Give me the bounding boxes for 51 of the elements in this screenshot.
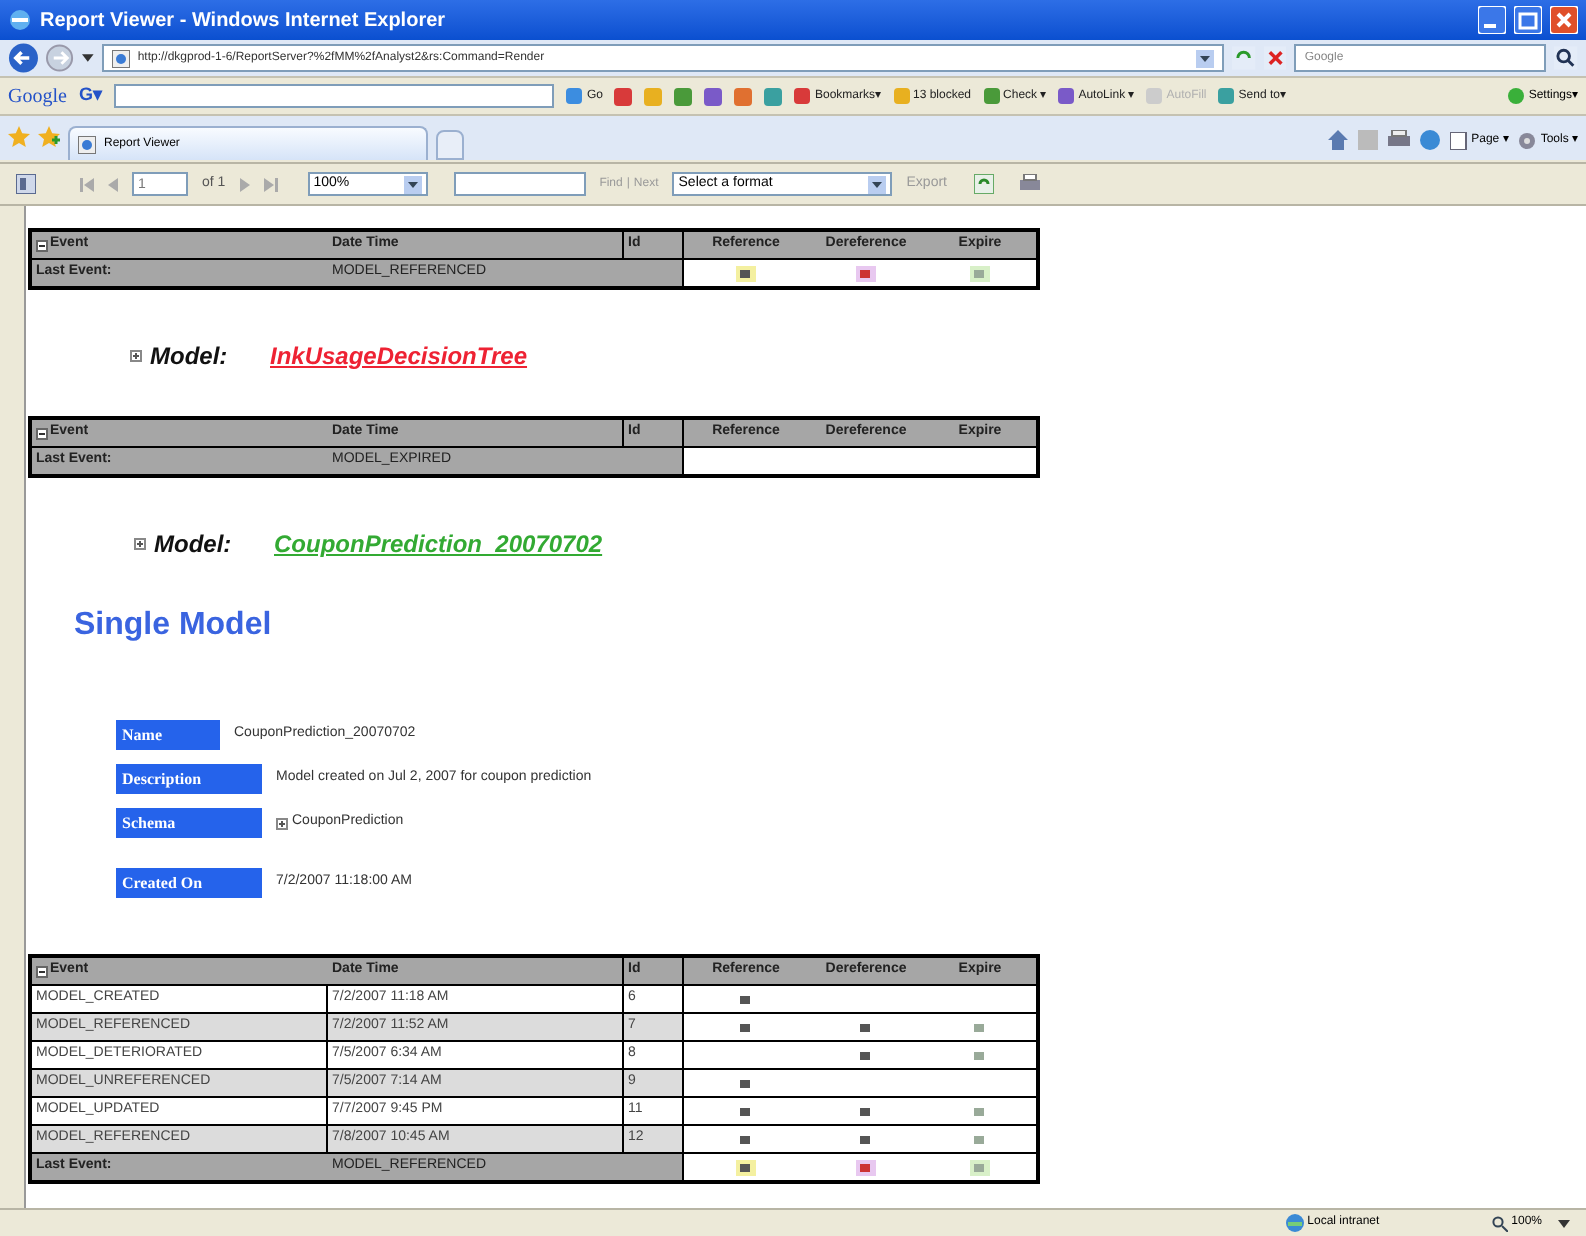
collapse-icon[interactable] (36, 427, 48, 439)
collapse-icon[interactable] (36, 965, 48, 977)
model-name-link[interactable]: InkUsageDecisionTree (270, 338, 528, 374)
back-icon[interactable] (8, 42, 39, 74)
search-icon[interactable] (1554, 46, 1578, 70)
favorites-star-icon[interactable] (8, 126, 30, 148)
caret-icon[interactable] (82, 52, 94, 64)
google-logo: Google (8, 83, 67, 111)
minimize-icon[interactable] (1478, 6, 1506, 34)
document-map-icon[interactable] (16, 174, 36, 194)
close-icon[interactable] (1550, 6, 1578, 34)
toolbar-icon (983, 88, 1000, 104)
model-label: Model: (150, 340, 230, 374)
section-title: Single Model (74, 606, 274, 646)
expand-icon[interactable] (130, 350, 142, 362)
google-search-field[interactable] (114, 84, 555, 108)
field-label: Created On (116, 868, 262, 898)
field-label: Schema (116, 808, 262, 838)
collapse-icon[interactable] (36, 239, 48, 251)
page-icon (1449, 131, 1468, 149)
refresh-icon[interactable] (973, 174, 993, 194)
expand-icon[interactable] (134, 538, 146, 550)
stop-icon[interactable] (1263, 46, 1287, 70)
print-icon[interactable] (1019, 174, 1039, 194)
globe-icon[interactable] (1419, 130, 1440, 150)
dropdown-icon (403, 175, 422, 193)
globe-icon (1285, 1214, 1304, 1232)
restore-icon[interactable] (1514, 6, 1542, 34)
page-icon (78, 135, 96, 153)
field-label: Name (116, 720, 220, 750)
toolbar-icon (1218, 88, 1235, 104)
add-favorite-icon[interactable] (38, 126, 60, 148)
toolbar-icon (893, 88, 909, 104)
magnifier-icon (1491, 1215, 1508, 1231)
toolbar-icon (1058, 88, 1075, 104)
dropdown-icon (868, 175, 887, 193)
toolbar-icon (1146, 88, 1163, 104)
dropdown-icon[interactable] (1196, 49, 1215, 67)
caret-icon[interactable] (1558, 1217, 1570, 1229)
home-icon[interactable] (1327, 130, 1348, 150)
gear-icon (1518, 131, 1537, 149)
model-label: Model: (154, 528, 234, 562)
find-field[interactable] (453, 172, 586, 196)
dot-icon (1508, 88, 1525, 104)
page-icon (111, 49, 130, 67)
toolbar-icon (566, 88, 583, 104)
google-menu-button[interactable]: G▾ (78, 82, 103, 110)
expand-icon[interactable] (276, 817, 288, 829)
field-label: Description (116, 764, 262, 794)
window-title: Report Viewer - Windows Internet Explorer (40, 7, 448, 35)
print-icon[interactable] (1387, 130, 1410, 150)
